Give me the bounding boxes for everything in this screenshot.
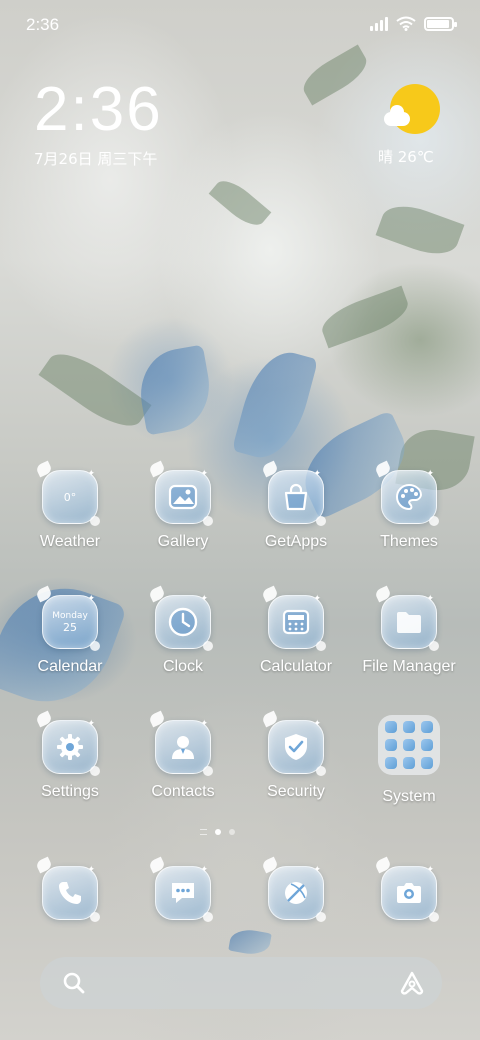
app-label: GetApps xyxy=(264,533,328,550)
widget-date: 7月26日 周三下午 xyxy=(34,150,158,168)
page-indicator[interactable] xyxy=(200,829,235,835)
app-calculator[interactable]: ✦ Calculator xyxy=(236,585,356,676)
folder-icon: ✦ xyxy=(374,585,439,651)
shopping-bag-icon: ✦ xyxy=(261,460,326,526)
app-getapps[interactable]: ✦ GetApps xyxy=(236,460,356,551)
app-label: Contacts xyxy=(151,783,215,800)
app-file-manager[interactable]: ✦ File Manager xyxy=(349,585,469,676)
status-time: 2:36 xyxy=(26,15,60,34)
app-folder-icon xyxy=(378,715,440,775)
app-label: Calendar xyxy=(37,658,103,675)
calculator-icon: ✦ xyxy=(261,585,326,651)
page-dot xyxy=(229,829,235,835)
page-indicator-lines xyxy=(200,829,207,835)
status-icons xyxy=(370,16,457,31)
search-bar[interactable] xyxy=(40,957,442,1009)
app-label: Clock xyxy=(162,658,203,675)
palette-icon: ✦ xyxy=(374,460,439,526)
browser-icon: ✦ xyxy=(261,856,326,922)
widget-time: 2:36 xyxy=(34,75,163,144)
search-icon[interactable] xyxy=(62,971,86,995)
app-label: Weather xyxy=(39,533,101,550)
gear-icon: ✦ xyxy=(35,710,100,776)
gallery-icon: ✦ xyxy=(148,460,213,526)
app-label: Security xyxy=(267,783,325,800)
battery-level xyxy=(427,19,449,28)
contact-icon: ✦ xyxy=(148,710,213,776)
assistant-icon[interactable] xyxy=(398,969,426,997)
phone-icon: ✦ xyxy=(35,856,100,922)
app-weather[interactable]: ✦ 0° Weather xyxy=(10,460,130,551)
dock-camera[interactable]: ✦ xyxy=(349,856,469,922)
calendar-icon: ✦ Monday 25 xyxy=(35,585,100,651)
app-label: Themes xyxy=(380,533,438,550)
app-clock[interactable]: ✦ Clock xyxy=(123,585,243,676)
app-security[interactable]: ✦ Security xyxy=(236,710,356,801)
app-label: Settings xyxy=(41,783,99,800)
calendar-day-name: Monday xyxy=(52,610,88,621)
message-icon: ✦ xyxy=(148,856,213,922)
signal-icon xyxy=(370,16,388,31)
app-label: Calculator xyxy=(259,658,333,675)
app-contacts[interactable]: ✦ Contacts xyxy=(123,710,243,801)
app-calendar[interactable]: ✦ Monday 25 Calendar xyxy=(10,585,130,676)
weather-text: 晴 26℃ xyxy=(378,148,434,166)
status-bar: 2:36 xyxy=(0,0,480,50)
shield-check-icon: ✦ xyxy=(261,710,326,776)
weather-widget[interactable]: 晴 26℃ xyxy=(378,82,444,172)
weather-badge: 0° xyxy=(63,490,77,504)
dock-messages[interactable]: ✦ xyxy=(123,856,243,922)
app-gallery[interactable]: ✦ Gallery xyxy=(123,460,243,551)
calendar-day-number: 25 xyxy=(63,620,77,634)
app-settings[interactable]: ✦ Settings xyxy=(10,710,130,801)
clock-icon: ✦ xyxy=(148,585,213,651)
app-system-folder[interactable]: System xyxy=(349,715,469,806)
battery-icon xyxy=(424,16,457,31)
cloud-icon xyxy=(384,105,410,126)
page-dot-active xyxy=(215,829,221,835)
camera-icon: ✦ xyxy=(374,856,439,922)
wifi-icon xyxy=(396,16,416,31)
weather-icon: ✦ 0° xyxy=(35,460,100,526)
app-label: Gallery xyxy=(157,533,209,550)
dock-browser[interactable]: ✦ xyxy=(236,856,356,922)
clock-widget[interactable]: 2:36 7月26日 周三下午 xyxy=(34,78,163,169)
app-themes[interactable]: ✦ Themes xyxy=(349,460,469,551)
dock-phone[interactable]: ✦ xyxy=(10,856,130,922)
app-label: File Manager xyxy=(362,658,456,675)
app-label: System xyxy=(382,788,436,805)
